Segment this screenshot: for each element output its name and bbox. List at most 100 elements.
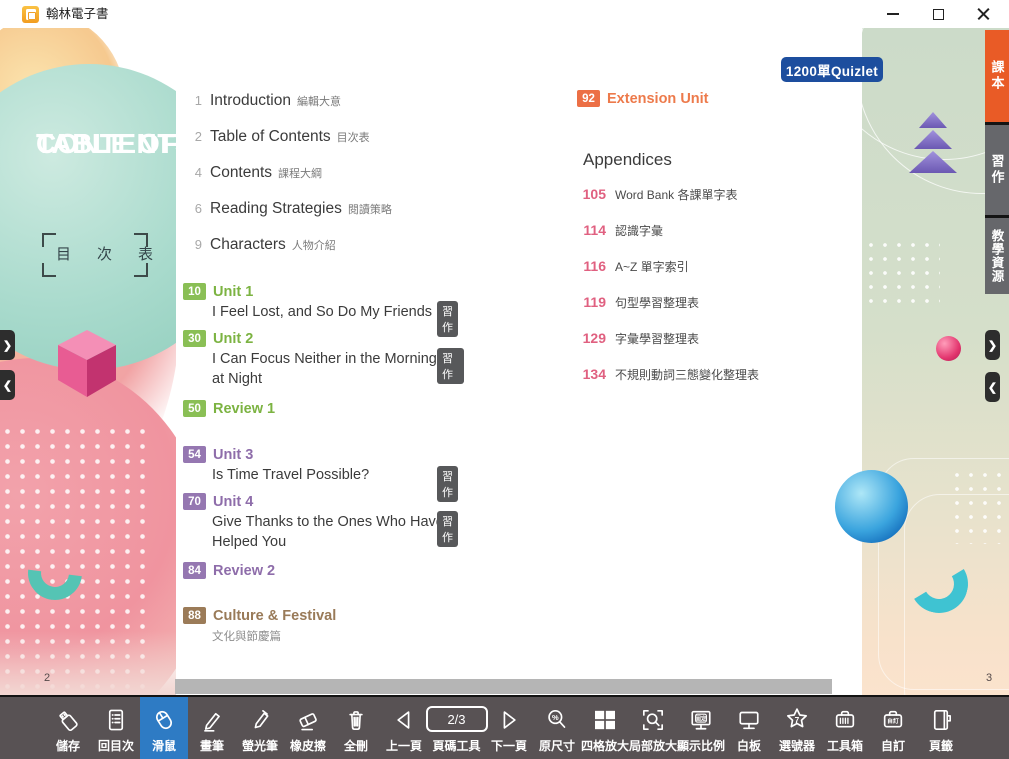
appendices-heading: Appendices [583,150,672,170]
svg-text:自訂: 自訂 [887,717,899,725]
page-badge: 10 [183,283,206,300]
page-badge: 84 [183,562,206,579]
teal-circle [0,64,176,370]
toolbar-next-page[interactable]: 下一頁 [485,697,533,759]
maximize-icon [933,9,944,20]
toc-row-contents[interactable]: 4 Contents 課程大綱 [178,164,322,182]
app-window: 翰林電子書 TABLE OF CONTENTS TABLE OF CONTENT… [0,0,1009,759]
zoom-area-icon [638,705,668,735]
toc-row-table-of-contents[interactable]: 2 Table of Contents 目次表 [178,128,370,146]
hero-line2: CONTENTS [36,128,176,159]
trash-icon [341,705,371,735]
toc-row-sentence-patterns[interactable]: 119 句型學習整理表 [570,294,699,311]
page-badge: 92 [577,90,600,107]
toolbar-original-size[interactable]: % 原尺寸 [533,697,581,759]
eraser-icon [293,705,323,735]
left-page-back-handle[interactable]: ❮ [0,370,15,400]
tab-workbook[interactable]: 習作 [985,125,1009,215]
triangle-right-icon [494,705,524,735]
toolbox-icon [830,705,860,735]
minimize-button[interactable] [872,0,914,28]
toolbar-number-picker[interactable]: 7 選號器 [773,697,821,759]
monitor-fixed-icon: 固定 [686,705,716,735]
chevron-left-icon: ❮ [3,379,12,392]
custom-case-icon: 自訂 [878,705,908,735]
right-page-forward-handle[interactable]: ❯ [985,330,1000,360]
tab-textbook[interactable]: 課本 [985,30,1009,122]
toc-row-vocab-summary[interactable]: 129 字彙學習整理表 [570,330,699,347]
page-badge: 54 [183,446,206,463]
toolbar-page-tab[interactable]: 頁籤 [917,697,965,759]
toc-row-reading-strategies[interactable]: 6 Reading Strategies 閱讀策略 [178,200,392,218]
page-indicator-box[interactable]: 2/3 [426,706,488,732]
title-bar: 翰林電子書 [0,0,1009,28]
toolbar-area-zoom[interactable]: 局部放大 [629,697,677,759]
page-badge: 30 [183,330,206,347]
quizlet-button[interactable]: 1200單Quizlet [781,57,883,82]
chevron-right-icon: ❯ [988,339,997,352]
maximize-button[interactable] [917,0,959,28]
close-button[interactable] [962,0,1004,28]
toc-row-introduction[interactable]: 1 Introduction 編輯大意 [178,92,341,110]
svg-text:%: % [552,713,559,722]
toolbar-delete-all[interactable]: 全刪 [332,697,380,759]
toc-row-culture-festival[interactable]: 88 Culture & Festival 文化與節慶篇 [183,607,336,644]
toolbar-display-ratio[interactable]: 固定 顯示比例 [677,697,725,759]
pink-ball-decoration [936,336,961,361]
bottom-toolbar: 儲存 回目次 滑鼠 畫筆 [0,695,1009,759]
blue-sphere-decoration [835,470,908,543]
toolbar-page-indicator[interactable]: 2/3 頁碼工具 [428,697,485,759]
page-badge: 88 [183,607,206,624]
toc-row-review2[interactable]: 84 Review 2 [183,562,275,579]
workbook-badge-unit4[interactable]: 習作 [437,511,458,547]
right-page-back-handle[interactable]: ❮ [985,372,1000,402]
left-page-number: 2 [44,672,50,684]
toc-document-icon [101,705,131,735]
toolbar-toolbox[interactable]: 工具箱 [821,697,869,759]
toolbar-quad-zoom[interactable]: 四格放大 [581,697,629,759]
mouse-icon [149,705,179,735]
svg-text:7: 7 [795,715,800,725]
toc-row-unit4[interactable]: 70 Unit 4 Give Thanks to the Ones Who Ha… [183,493,444,550]
toc-row-unit1[interactable]: 10 Unit 1 I Feel Lost, and So Do My Frie… [183,283,432,320]
toc-row-irregular-verbs[interactable]: 134 不規則動詞三態變化整理表 [570,366,759,383]
right-page-number: 3 [986,672,992,684]
toc-row-characters[interactable]: 9 Characters 人物介紹 [178,236,336,254]
toolbar-save[interactable]: 儲存 [44,697,92,759]
workbook-badge-unit2[interactable]: 習作 [437,348,464,384]
left-page-decoration: TABLE OF CONTENTS TABLE OF CONTENTS 目次表 [0,28,176,695]
toolbar-pen[interactable]: 畫筆 [188,697,236,759]
highlighter-icon [245,705,275,735]
zoom-percent-icon: % [542,705,572,735]
minimize-icon [887,13,899,15]
triangle-left-icon [389,705,419,735]
page-badge: 50 [183,400,206,417]
toolbar-highlighter[interactable]: 螢光筆 [236,697,284,759]
toolbar-custom[interactable]: 自訂 自訂 [869,697,917,759]
toc-chinese-label: 目次表 [42,233,148,277]
toc-row-vocab[interactable]: 114 認識字彙 [570,222,663,239]
toc-row-extension-unit[interactable]: 92 Extension Unit [577,90,709,107]
pencil-icon [197,705,227,735]
close-icon [977,8,990,21]
toolbar-eraser[interactable]: 橡皮擦 [284,697,332,759]
toolbar-whiteboard[interactable]: 白板 [725,697,773,759]
star-7-icon: 7 [782,705,812,735]
toc-row-word-bank[interactable]: 105 Word Bank 各課單字表 [570,186,737,203]
four-pane-grid-icon [590,705,620,735]
toc-row-unit2[interactable]: 30 Unit 2 I Can Focus Neither in the Mor… [183,330,464,387]
toolbar-back-to-toc[interactable]: 回目次 [92,697,140,759]
toc-row-unit3[interactable]: 54 Unit 3 Is Time Travel Possible? 習作 [183,446,369,483]
page-badge: 70 [183,493,206,510]
svg-text:固定: 固定 [695,715,707,723]
horizontal-scrollbar[interactable] [175,679,832,694]
toc-row-az-index[interactable]: 116 A~Z 單字索引 [570,258,689,275]
chevron-right-icon: ❯ [3,339,12,352]
toolbar-prev-page[interactable]: 上一頁 [380,697,428,759]
left-page-forward-handle[interactable]: ❯ [0,330,15,360]
tab-teaching-resources[interactable]: 教學資源 [985,218,1009,294]
toolbar-mouse[interactable]: 滑鼠 [140,697,188,759]
dot-grid [950,468,1006,544]
toc-row-review1[interactable]: 50 Review 1 [183,400,275,417]
whiteboard-icon [734,705,764,735]
